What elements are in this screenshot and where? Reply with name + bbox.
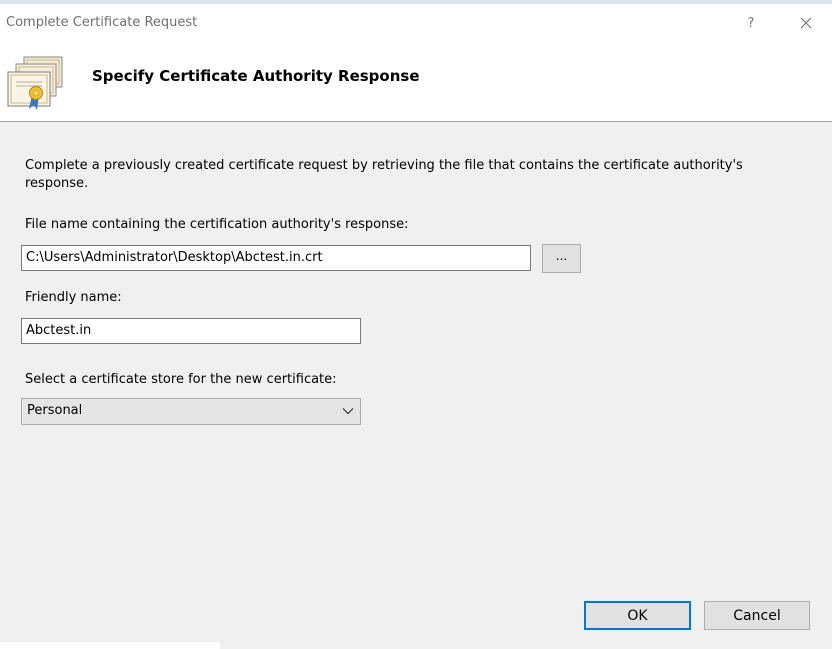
chevron-down-icon <box>342 408 354 415</box>
window-title: Complete Certificate Request <box>6 15 198 30</box>
friendly-name-input[interactable]: Abctest.in <box>21 318 361 344</box>
browse-button[interactable]: ... <box>542 244 581 273</box>
certificate-store-select[interactable]: Personal <box>21 398 361 425</box>
file-name-input[interactable]: C:\Users\Administrator\Desktop\Abctest.i… <box>21 245 531 271</box>
cancel-button[interactable]: Cancel <box>704 601 810 630</box>
close-button[interactable] <box>791 10 821 36</box>
help-button[interactable]: ? <box>736 10 766 36</box>
description-text: Complete a previously created certificat… <box>25 158 743 191</box>
friendly-name-label: Friendly name: <box>25 290 122 305</box>
certificate-store-value: Personal <box>27 403 83 418</box>
title-bar[interactable]: Complete Certificate Request ? <box>0 4 832 42</box>
close-icon <box>800 17 812 29</box>
page-title: Specify Certificate Authority Response <box>92 67 420 85</box>
complete-certificate-request-dialog: Complete Certificate Request ? Specify C… <box>0 0 832 649</box>
certificate-icon <box>7 56 63 110</box>
file-name-label: File name containing the certification a… <box>25 217 409 232</box>
certificate-store-label: Select a certificate store for the new c… <box>25 372 337 387</box>
ok-button[interactable]: OK <box>584 601 691 630</box>
background-window-fragment <box>0 642 220 649</box>
dialog-header: Specify Certificate Authority Response <box>0 42 832 122</box>
